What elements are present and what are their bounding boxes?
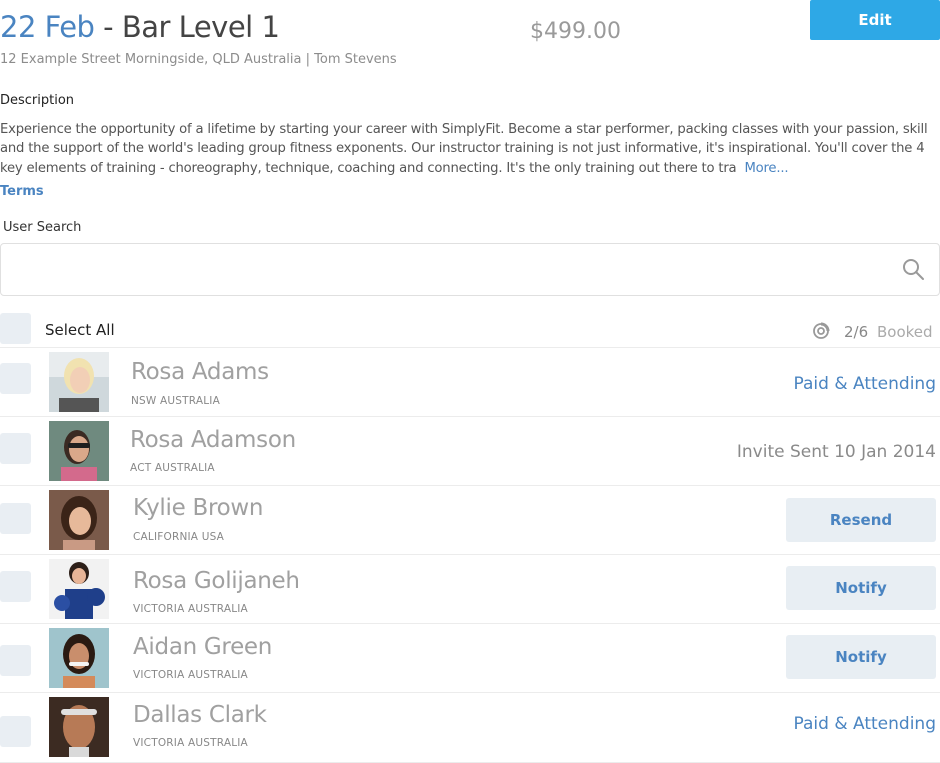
edit-button[interactable]: Edit xyxy=(810,0,940,40)
notify-button[interactable]: Notify xyxy=(786,635,936,679)
description-text: Experience the opportunity of a lifetime… xyxy=(0,120,940,178)
user-location: VICTORIA AUSTRALIA xyxy=(133,737,248,749)
user-row: Rosa Adams NSW AUSTRALIA Paid & Attendin… xyxy=(0,348,940,417)
resend-button[interactable]: Resend xyxy=(786,498,936,542)
user-checkbox[interactable] xyxy=(0,716,31,747)
booked-count: 2/6 xyxy=(844,323,869,341)
select-all-row: Select All 2/6 Booked xyxy=(0,310,940,348)
user-search-input[interactable] xyxy=(11,252,881,288)
terms-link[interactable]: Terms xyxy=(0,184,44,199)
avatar xyxy=(49,559,109,619)
user-location: VICTORIA AUSTRALIA xyxy=(133,669,248,681)
select-all-label: Select All xyxy=(45,321,115,339)
more-link[interactable]: More... xyxy=(744,161,788,176)
user-row: Rosa Golijaneh VICTORIA AUSTRALIA Notify xyxy=(0,555,940,624)
user-row: Kylie Brown CALIFORNIA USA Resend xyxy=(0,486,940,555)
user-search-label: User Search xyxy=(3,220,82,235)
event-price: $499.00 xyxy=(530,19,621,44)
event-date: 22 Feb xyxy=(0,10,95,44)
user-location: CALIFORNIA USA xyxy=(133,531,225,543)
event-header: 22 Feb - Bar Level 1 $499.00 Edit 12 Exa… xyxy=(0,0,940,100)
avatar xyxy=(49,490,109,550)
user-checkbox[interactable] xyxy=(0,645,31,676)
event-title: 22 Feb - Bar Level 1 xyxy=(0,10,280,44)
select-all-checkbox[interactable] xyxy=(0,313,31,344)
user-name: Rosa Golijaneh xyxy=(133,568,300,594)
avatar xyxy=(49,421,109,481)
user-checkbox[interactable] xyxy=(0,571,31,602)
avatar xyxy=(49,352,109,412)
booked-icon xyxy=(813,322,830,339)
avatar xyxy=(49,697,109,757)
status-text: Paid & Attending xyxy=(793,374,936,394)
user-checkbox[interactable] xyxy=(0,433,31,464)
status-text: Paid & Attending xyxy=(793,714,936,734)
booked-label: Booked xyxy=(877,323,933,341)
user-row: Aidan Green VICTORIA AUSTRALIA Notify xyxy=(0,624,940,693)
user-location: VICTORIA AUSTRALIA xyxy=(133,603,248,615)
user-name: Rosa Adamson xyxy=(130,427,296,453)
search-box xyxy=(0,243,940,296)
user-location: NSW AUSTRALIA xyxy=(131,395,220,407)
avatar xyxy=(49,628,109,688)
description-label: Description xyxy=(0,93,75,108)
user-row: Rosa Adamson ACT AUSTRALIA Invite Sent 1… xyxy=(0,417,940,486)
user-name: Kylie Brown xyxy=(133,495,264,521)
user-name: Rosa Adams xyxy=(131,359,269,385)
user-row: Dallas Clark VICTORIA AUSTRALIA Paid & A… xyxy=(0,693,940,763)
status-text: Invite Sent 10 Jan 2014 xyxy=(736,442,936,462)
user-name: Aidan Green xyxy=(133,634,273,660)
notify-button[interactable]: Notify xyxy=(786,566,936,610)
user-name: Dallas Clark xyxy=(133,702,267,728)
user-checkbox[interactable] xyxy=(0,503,31,534)
event-subtitle: 12 Example Street Morningside, QLD Austr… xyxy=(0,52,397,67)
search-icon[interactable] xyxy=(901,257,925,281)
event-name: - Bar Level 1 xyxy=(94,10,280,44)
user-checkbox[interactable] xyxy=(0,363,31,394)
user-location: ACT AUSTRALIA xyxy=(130,462,215,474)
